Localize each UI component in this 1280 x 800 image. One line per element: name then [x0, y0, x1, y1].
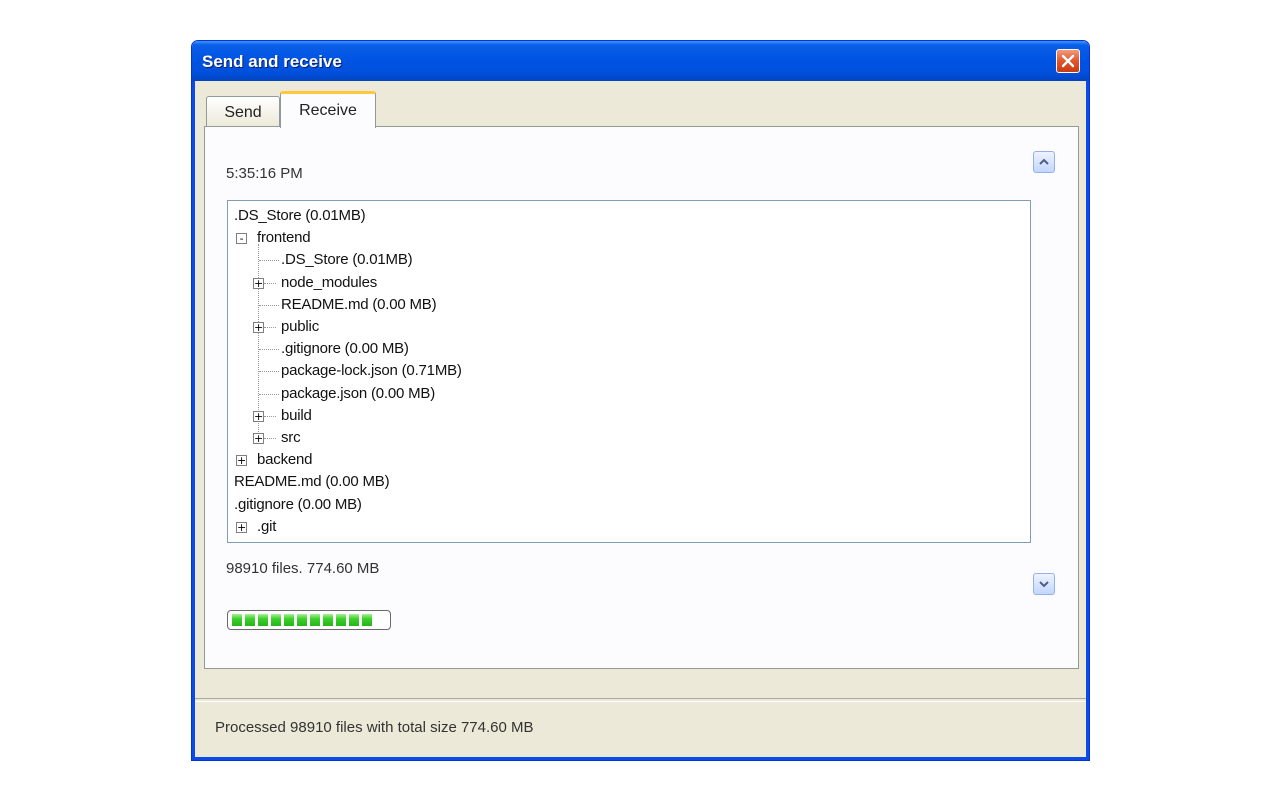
progress-segment [297, 614, 307, 626]
send-receive-window: Send and receive Send Receive 5:35:16 PM… [191, 40, 1090, 761]
expand-icon[interactable]: + [253, 433, 264, 444]
close-icon [1061, 54, 1075, 68]
tab-send[interactable]: Send [206, 96, 280, 127]
file-tree[interactable]: .DS_Store (0.01MB) - frontend .DS_Store (0.… [227, 200, 1031, 543]
tree-item-label: .DS_Store (0.01MB) [281, 251, 413, 269]
title-bar[interactable]: Send and receive [192, 41, 1089, 81]
progress-segment [245, 614, 255, 626]
tree-item-label: .gitignore (0.00 MB) [281, 340, 409, 358]
progress-bar [227, 610, 391, 630]
scroll-up-button[interactable] [1033, 151, 1055, 173]
expand-icon[interactable]: + [236, 521, 247, 533]
window-title: Send and receive [202, 52, 342, 71]
expand-icon[interactable]: + [236, 455, 247, 467]
tree-item-label: README.md (0.00 MB) [234, 473, 390, 491]
tree-item-label: public [281, 318, 319, 335]
close-button[interactable] [1056, 49, 1080, 73]
tree-item-label: .gitignore (0.00 MB) [234, 495, 362, 513]
tree-item-label: frontend [257, 229, 311, 247]
tab-receive[interactable]: Receive [280, 91, 376, 128]
progress-segment [232, 614, 242, 626]
scroll-down-button[interactable] [1033, 573, 1055, 595]
tree-item-label: package-lock.json (0.71MB) [281, 362, 462, 380]
progress-segment [349, 614, 359, 626]
tree-item-label: node_modules [281, 273, 378, 291]
progress-segment [336, 614, 346, 626]
file-summary: 98910 files. 774.60 MB [226, 560, 380, 577]
collapse-icon[interactable]: - [236, 233, 247, 245]
tree-item-label: src [281, 429, 301, 446]
progress-segment [310, 614, 320, 626]
tree-item-label: .DS_Store (0.01MB) [234, 207, 366, 224]
tree-item-label: backend [257, 451, 313, 469]
progress-segment [284, 614, 294, 626]
progress-fill [231, 614, 387, 626]
tree-item-label: package.json (0.00 MB) [281, 384, 436, 402]
expand-icon[interactable]: + [253, 410, 264, 422]
receive-timestamp: 5:35:16 PM [226, 165, 303, 182]
tree-item-label: build [281, 406, 312, 424]
progress-segment [362, 614, 372, 626]
expand-icon[interactable]: + [253, 322, 264, 333]
chevron-down-icon [1039, 581, 1049, 588]
progress-segment [258, 614, 268, 626]
chevron-up-icon [1039, 158, 1049, 165]
progress-segment [271, 614, 281, 626]
status-text: Processed 98910 files with total size 77… [215, 719, 534, 736]
receive-panel: 5:35:16 PM .DS_Store (0.01MB) - frontend .D… [204, 126, 1079, 669]
tree-item-label: README.md (0.00 MB) [281, 295, 437, 313]
progress-segment [323, 614, 333, 626]
expand-icon[interactable]: + [253, 277, 264, 289]
status-divider [195, 698, 1086, 702]
tree-item-label: .git [257, 517, 277, 535]
